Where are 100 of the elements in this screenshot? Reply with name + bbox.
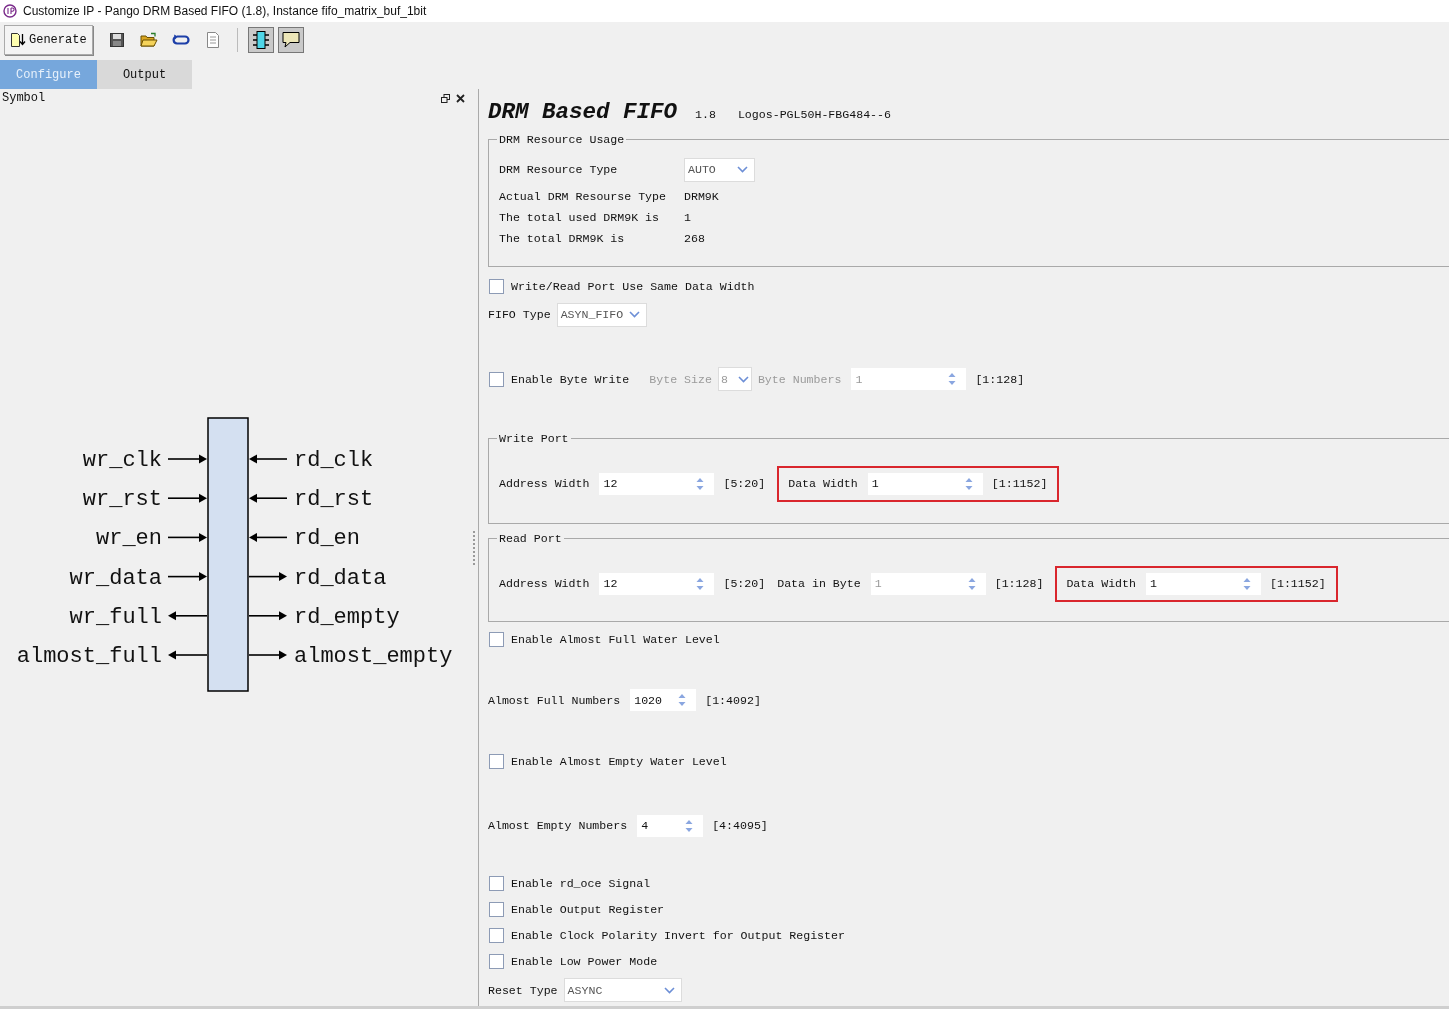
group-title: DRM Resource Usage	[498, 132, 626, 146]
chevron-down-icon	[663, 986, 675, 994]
pin-arrow	[168, 650, 208, 660]
pin-label: rd_rst	[294, 487, 374, 513]
pin-arrow	[168, 611, 208, 621]
dropdown[interactable]: ASYN_FIFO	[556, 302, 647, 327]
restore-window-icon[interactable]	[441, 93, 450, 103]
pin-arrow	[249, 454, 288, 464]
pin-label: almost_full	[16, 644, 162, 669]
checkbox[interactable]	[489, 928, 504, 943]
field-label: Byte Numbers	[757, 372, 842, 386]
checkbox-label: Write/Read Port Use Same Data Width	[511, 279, 755, 293]
field-label: Actual DRM Resourse Type	[499, 189, 667, 203]
spinner-arrows-icon	[1243, 576, 1251, 591]
pin-arrow	[249, 532, 288, 542]
field-label: Data Width	[1066, 577, 1136, 591]
range-hint: [1:1152]	[1270, 577, 1326, 591]
pin-label: rd_clk	[294, 448, 374, 473]
field-label: Almost Empty Numbers	[488, 819, 628, 833]
speech-bubble-icon[interactable]	[277, 27, 304, 53]
checkbox[interactable]	[489, 632, 504, 648]
version-label: 1.8	[695, 108, 716, 121]
spinner-arrows-icon	[696, 576, 705, 591]
checkbox[interactable]	[489, 876, 504, 892]
pin-arrow	[167, 454, 207, 464]
range-hint: [1:4092]	[705, 693, 761, 707]
field-label: Reset Type	[488, 983, 558, 997]
field-label: Byte Size	[649, 372, 712, 386]
checkbox-label: Enable Almost Full Water Level	[511, 633, 720, 647]
panel-title: Symbol	[2, 91, 47, 105]
group-title: Write Port	[498, 431, 570, 445]
spin-field[interactable]: 12	[599, 472, 715, 495]
pin-arrow	[167, 572, 207, 582]
pin-label: rd_en	[294, 526, 360, 552]
field-label: Address Width	[499, 477, 590, 491]
spinner-arrows-icon	[967, 576, 976, 591]
spinner-arrows-icon	[678, 693, 687, 708]
pin-label: wr_clk	[82, 448, 162, 473]
pin-label: wr_data	[69, 565, 162, 591]
chevron-down-icon	[737, 166, 748, 174]
chip-icon[interactable]	[247, 27, 274, 53]
generate-button[interactable]: Generate	[4, 25, 93, 55]
field-label: Data Width	[788, 477, 858, 491]
dropdown[interactable]: AUTO	[684, 157, 755, 182]
window-title: Customize IP - Pango DRM Based FIFO (1.8), Instance fifo_matrix_buf_1bit	[23, 4, 427, 18]
checkbox-label: Enable Low Power Mode	[511, 954, 658, 968]
tab[interactable]: Output	[97, 60, 192, 89]
document-arrow-icon	[10, 32, 26, 48]
spinner-arrows-icon	[685, 818, 694, 833]
checkbox[interactable]	[489, 754, 504, 770]
spinner-arrows-icon	[696, 476, 705, 491]
device-label: Logos-PGL50H-FBG484--6	[737, 108, 891, 121]
field-label: Almost Full Numbers	[488, 693, 621, 707]
range-hint: [5:20]	[723, 577, 766, 591]
checkbox[interactable]	[489, 953, 504, 969]
checkbox-label: Enable rd_oce Signal	[511, 877, 651, 891]
range-hint: [5:20]	[723, 477, 766, 491]
pin-arrow	[167, 532, 207, 542]
spin-field[interactable]: 1020	[630, 689, 697, 712]
pin-label: rd_empty	[294, 604, 400, 630]
info-value: 268	[684, 231, 705, 245]
field-label: The total used DRM9K is	[499, 210, 661, 224]
chevron-down-icon	[628, 311, 640, 319]
pin-arrow	[167, 493, 207, 503]
range-hint: [1:1152]	[991, 477, 1048, 491]
pin-label: wr_full	[69, 604, 162, 630]
app-logo-icon	[3, 4, 17, 18]
spin-field[interactable]: 12	[599, 572, 715, 595]
field-label: The total DRM9K is	[499, 231, 626, 245]
range-hint: [1:128]	[975, 372, 1025, 386]
spinner-arrows-icon	[948, 372, 957, 387]
spin-field[interactable]: 4	[637, 814, 704, 837]
checkbox[interactable]	[489, 902, 504, 918]
spinner-arrows-icon	[964, 476, 973, 491]
pin-arrow	[248, 611, 287, 621]
checkbox-label: Enable Byte Write	[511, 372, 630, 386]
ip-title: DRM Based FIFO	[488, 99, 678, 125]
field-label: Address Width	[499, 577, 590, 591]
dropdown[interactable]: ASYNC	[563, 978, 682, 1003]
close-icon[interactable]	[456, 93, 465, 103]
pin-arrow	[249, 493, 288, 503]
info-value: 1	[684, 210, 691, 224]
field-label: DRM Resource Type	[499, 163, 619, 177]
info-value: DRM9K	[684, 189, 719, 203]
pin-arrow	[248, 650, 287, 660]
pin-label: rd_data	[294, 565, 387, 591]
checkbox[interactable]	[489, 371, 504, 387]
group-title: Read Port	[498, 531, 563, 545]
pin-arrow	[248, 572, 287, 582]
spin-field[interactable]: 1	[1146, 572, 1261, 595]
pin-label: almost_empty	[294, 644, 453, 669]
pin-label: wr_rst	[82, 487, 162, 513]
field-label: Data in Byte	[777, 577, 861, 591]
checkbox-label: Enable Clock Polarity Invert for Output Register	[511, 929, 845, 942]
chevron-down-icon	[737, 375, 749, 383]
checkbox[interactable]	[489, 278, 504, 294]
checkbox-label: Enable Output Register	[511, 903, 665, 917]
range-hint: [4:4095]	[712, 819, 768, 833]
spin-field[interactable]: 1	[867, 472, 983, 495]
checkbox-label: Enable Almost Empty Water Level	[511, 755, 727, 769]
